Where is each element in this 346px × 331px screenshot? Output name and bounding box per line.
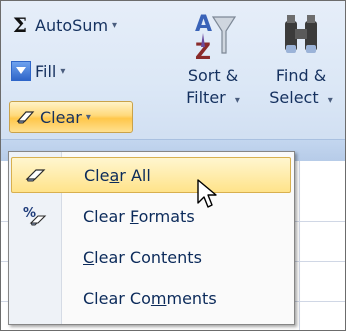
find-select-label-2: Select ▾ [269, 88, 333, 107]
clear-formats-icon: % [11, 205, 59, 227]
menu-item-clear-comments[interactable]: Clear Comments [11, 280, 291, 316]
fill-button[interactable]: Fill ▾ [11, 61, 65, 81]
find-select-label-1: Find & [275, 66, 327, 85]
menu-item-label: Clear Contents [83, 247, 202, 267]
clear-dropdown-menu: Clear All % Clear Formats Clear Contents… [8, 151, 295, 325]
clear-label: Clear [40, 107, 82, 127]
fill-label: Fill [35, 61, 57, 81]
clear-button[interactable]: Clear ▾ [9, 101, 133, 133]
binoculars-icon [277, 7, 325, 65]
menu-item-clear-formats[interactable]: % Clear Formats [11, 198, 291, 234]
fill-down-icon [11, 61, 31, 81]
autosum-label: AutoSum [35, 15, 109, 35]
svg-text:%: % [23, 206, 36, 221]
find-select-button[interactable]: Find & Select ▾ [259, 7, 343, 112]
chevron-down-icon: ▾ [112, 19, 118, 31]
menu-item-label: Clear Comments [83, 288, 217, 308]
sort-az-funnel-icon: A Z [189, 7, 237, 65]
eraser-icon [16, 109, 36, 125]
menu-item-label: Clear Formats [83, 206, 195, 226]
menu-item-label: Clear All [84, 165, 151, 185]
excel-window: Σ AutoSum ▾ Fill ▾ Clear ▾ A Z Sort & Fi… [0, 0, 346, 331]
chevron-down-icon: ▾ [85, 111, 91, 123]
autosum-button[interactable]: Σ AutoSum ▾ [9, 13, 117, 37]
menu-item-clear-all[interactable]: Clear All [11, 157, 291, 193]
sort-filter-label-1: Sort & [187, 66, 239, 85]
sort-filter-label-2: Filter ▾ [186, 88, 240, 107]
chevron-down-icon: ▾ [60, 65, 66, 77]
menu-item-clear-contents[interactable]: Clear Contents [11, 239, 291, 275]
eraser-icon [12, 167, 60, 183]
svg-text:A: A [195, 12, 212, 37]
sigma-icon: Σ [12, 13, 28, 37]
mouse-pointer-icon [197, 179, 217, 213]
sort-filter-button[interactable]: A Z Sort & Filter ▾ [173, 7, 253, 112]
ribbon-editing-group: Σ AutoSum ▾ Fill ▾ Clear ▾ A Z Sort & Fi… [1, 1, 345, 162]
